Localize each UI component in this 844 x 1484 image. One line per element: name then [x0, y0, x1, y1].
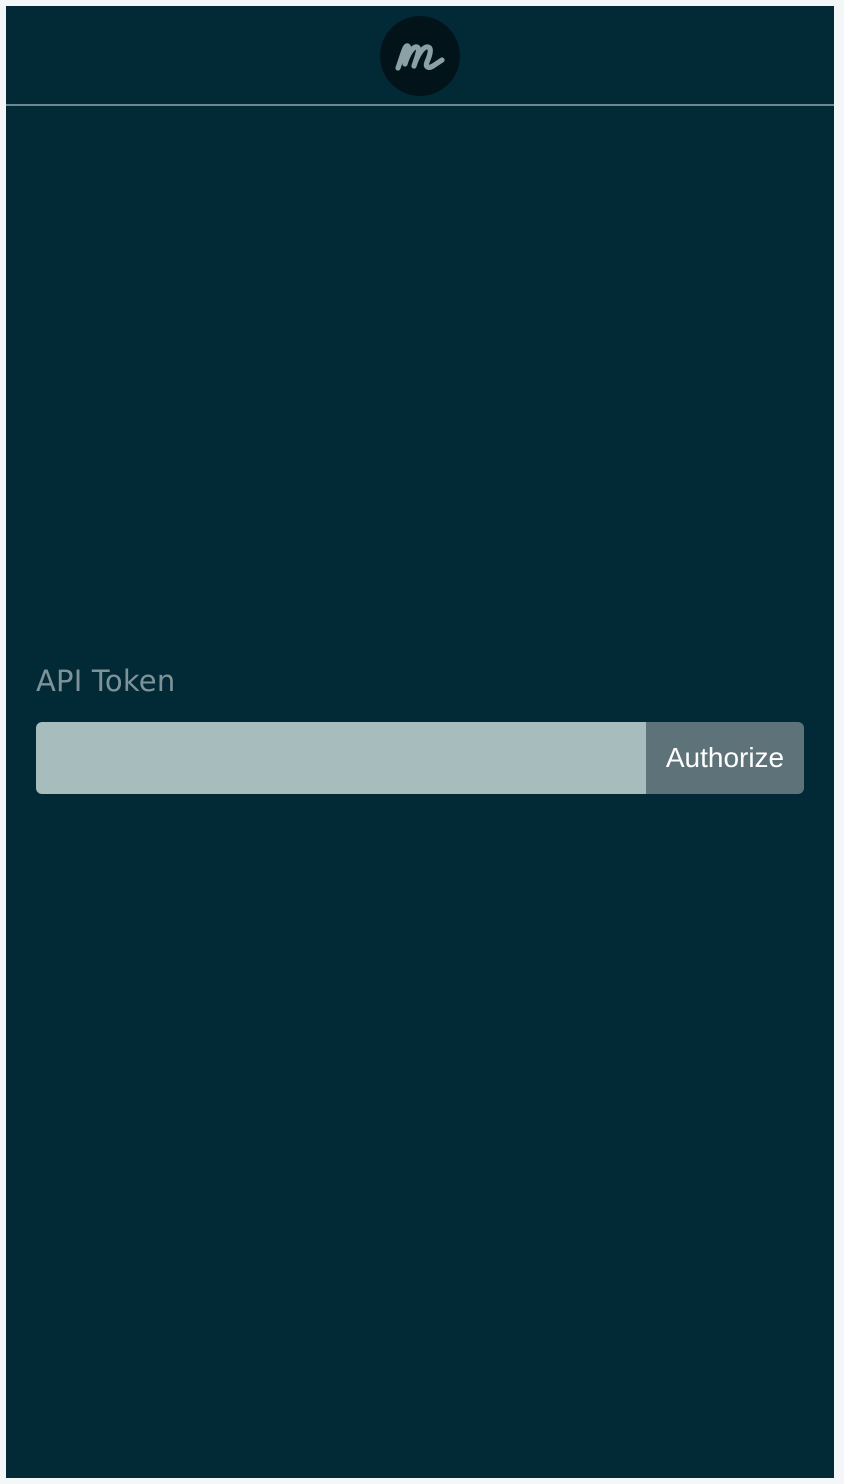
app-frame: API Token Authorize — [6, 6, 834, 1478]
m-logo-icon — [380, 16, 460, 96]
api-token-input[interactable] — [36, 722, 646, 794]
authorize-button[interactable]: Authorize — [646, 722, 804, 794]
api-token-label: API Token — [36, 664, 176, 698]
token-form: Authorize — [36, 722, 804, 794]
m-logo-glyph — [395, 43, 445, 71]
header — [6, 6, 834, 106]
